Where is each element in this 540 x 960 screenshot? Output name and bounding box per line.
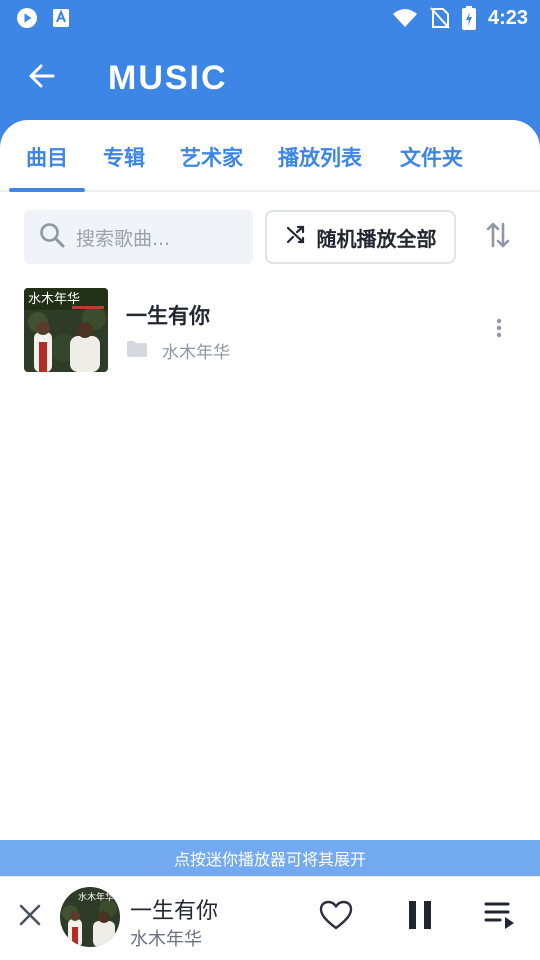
- app-bar: MUSIC: [0, 36, 540, 120]
- content-panel: 曲目 专辑 艺术家 播放列表 文件夹 搜索歌曲... 随机播放全部 水木年华 一…: [0, 120, 540, 960]
- mini-player-hint: 点按迷你播放器可将其展开: [0, 840, 540, 876]
- shuffle-all-label: 随机播放全部: [316, 226, 437, 251]
- tab-label: 专辑: [103, 146, 145, 170]
- search-placeholder: 搜索歌曲...: [76, 227, 171, 250]
- more-vert-icon: [496, 318, 502, 342]
- status-bar: 4:23: [0, 0, 540, 36]
- search-icon: [38, 221, 66, 253]
- mini-player[interactable]: 水木年华 一生有你 水木年华: [0, 876, 540, 960]
- tab-playlists[interactable]: 播放列表: [278, 120, 362, 192]
- pause-button[interactable]: [400, 897, 440, 937]
- sort-icon: [485, 220, 511, 254]
- search-input[interactable]: 搜索歌曲...: [24, 210, 253, 264]
- pause-icon: [407, 900, 433, 934]
- queue-button[interactable]: [480, 897, 520, 937]
- tab-label: 播放列表: [278, 146, 362, 170]
- album-cover-text: 水木年华: [28, 292, 80, 307]
- tab-tracks[interactable]: 曲目: [26, 120, 68, 192]
- close-player-button[interactable]: [12, 899, 48, 935]
- arrow-left-icon: [28, 62, 56, 94]
- album-art: 水木年华: [24, 288, 108, 372]
- more-options-button[interactable]: [484, 312, 514, 348]
- mini-player-title: 一生有你: [130, 899, 219, 924]
- folder-icon: [126, 340, 148, 362]
- tab-label: 文件夹: [400, 146, 463, 170]
- song-title: 一生有你: [126, 304, 210, 328]
- mini-player-cover-text: 水木年华: [78, 891, 114, 903]
- mini-player-album-art: 水木年华: [60, 887, 120, 947]
- song-list-item[interactable]: 水木年华 一生有你 水木年华: [0, 288, 540, 372]
- play-circle-icon: [16, 7, 38, 29]
- shuffle-icon: [285, 224, 307, 250]
- tab-label: 曲目: [26, 146, 68, 170]
- tab-artists[interactable]: 艺术家: [180, 120, 243, 192]
- tab-bar: 曲目 专辑 艺术家 播放列表 文件夹: [0, 120, 540, 192]
- back-button[interactable]: [14, 50, 70, 106]
- favorite-button[interactable]: [316, 897, 356, 937]
- shuffle-all-button[interactable]: 随机播放全部: [265, 210, 456, 264]
- status-time: 4:23: [487, 6, 528, 29]
- tab-folders[interactable]: 文件夹: [400, 120, 463, 192]
- tab-label: 艺术家: [180, 146, 243, 170]
- status-right: 4:23: [392, 6, 528, 30]
- wifi-icon: [392, 8, 418, 28]
- tab-albums[interactable]: 专辑: [103, 120, 145, 192]
- status-left: [16, 7, 70, 29]
- close-icon: [19, 904, 41, 930]
- song-artist: 水木年华: [162, 343, 230, 363]
- text-a-icon: [52, 8, 70, 28]
- app-title: MUSIC: [108, 58, 228, 97]
- mini-player-artist: 水木年华: [130, 929, 202, 950]
- battery-charging-icon: [461, 6, 476, 30]
- music-app-screen: 4:23 MUSIC 曲目 专辑 艺术家 播放列表 文件夹 搜索歌曲... 随机…: [0, 0, 540, 960]
- no-sim-icon: [430, 7, 450, 29]
- queue-music-icon: [484, 900, 516, 934]
- tab-indicator: [9, 188, 85, 192]
- song-meta: 水木年华: [126, 338, 230, 363]
- heart-outline-icon: [319, 900, 353, 934]
- sort-button[interactable]: [478, 216, 518, 258]
